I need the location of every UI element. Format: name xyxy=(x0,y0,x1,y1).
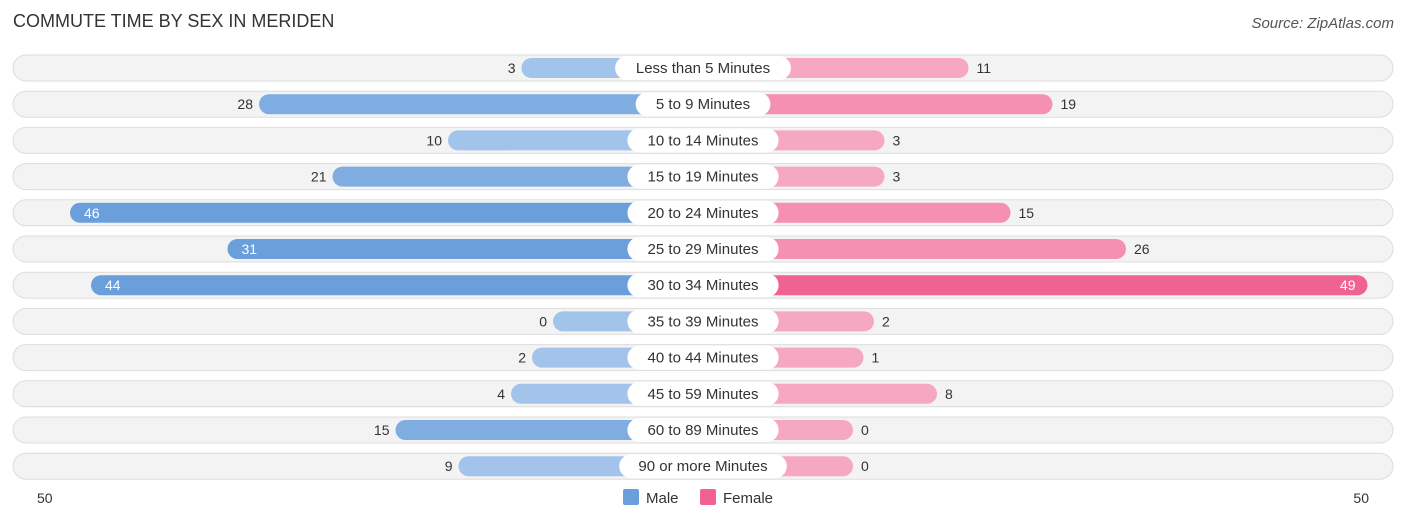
male-value: 28 xyxy=(237,96,253,112)
category-label: 60 to 89 Minutes xyxy=(648,422,759,439)
male-value: 44 xyxy=(105,277,121,293)
category-label: 30 to 34 Minutes xyxy=(648,277,759,294)
female-value: 15 xyxy=(1019,205,1035,221)
female-value: 11 xyxy=(977,60,992,76)
axis-max-label: 50 xyxy=(1353,490,1369,506)
male-value: 21 xyxy=(311,169,327,185)
male-value: 4 xyxy=(497,386,505,402)
male-bar xyxy=(91,275,703,296)
male-value: 15 xyxy=(374,422,390,438)
female-value: 3 xyxy=(893,132,901,148)
axis-min-label: 50 xyxy=(37,490,53,506)
male-value: 31 xyxy=(242,241,258,257)
female-value: 8 xyxy=(945,386,953,402)
male-value: 46 xyxy=(84,205,100,221)
category-label: Less than 5 Minutes xyxy=(636,60,770,77)
category-label: 5 to 9 Minutes xyxy=(656,96,750,113)
legend-male-swatch xyxy=(623,489,639,505)
male-value: 9 xyxy=(445,458,453,474)
male-value: 2 xyxy=(518,350,526,366)
category-label: 20 to 24 Minutes xyxy=(648,205,759,222)
legend-male-label: Male xyxy=(646,490,679,507)
category-label: 10 to 14 Minutes xyxy=(648,132,759,149)
category-label: 35 to 39 Minutes xyxy=(648,313,759,330)
category-label: 40 to 44 Minutes xyxy=(648,350,759,367)
male-value: 10 xyxy=(426,132,442,148)
female-value: 49 xyxy=(1340,277,1356,293)
female-value: 0 xyxy=(861,422,869,438)
female-value: 0 xyxy=(861,458,869,474)
category-label: 25 to 29 Minutes xyxy=(648,241,759,258)
female-value: 3 xyxy=(893,169,901,185)
category-label: 45 to 59 Minutes xyxy=(648,386,759,403)
female-value: 19 xyxy=(1061,96,1077,112)
female-value: 26 xyxy=(1134,241,1150,257)
female-bar xyxy=(703,275,1368,296)
male-value: 0 xyxy=(539,313,547,329)
female-value: 1 xyxy=(872,350,880,366)
legend-female-label: Female xyxy=(723,490,773,507)
chart: Less than 5 Minutes3 115 to 9 Minutes28 19… xyxy=(12,54,1394,507)
category-label: 90 or more Minutes xyxy=(638,458,767,475)
legend-female-swatch xyxy=(700,489,716,505)
category-label: 15 to 19 Minutes xyxy=(648,169,759,186)
male-value: 3 xyxy=(508,60,516,76)
female-value: 2 xyxy=(882,313,890,329)
male-bar xyxy=(70,202,703,223)
